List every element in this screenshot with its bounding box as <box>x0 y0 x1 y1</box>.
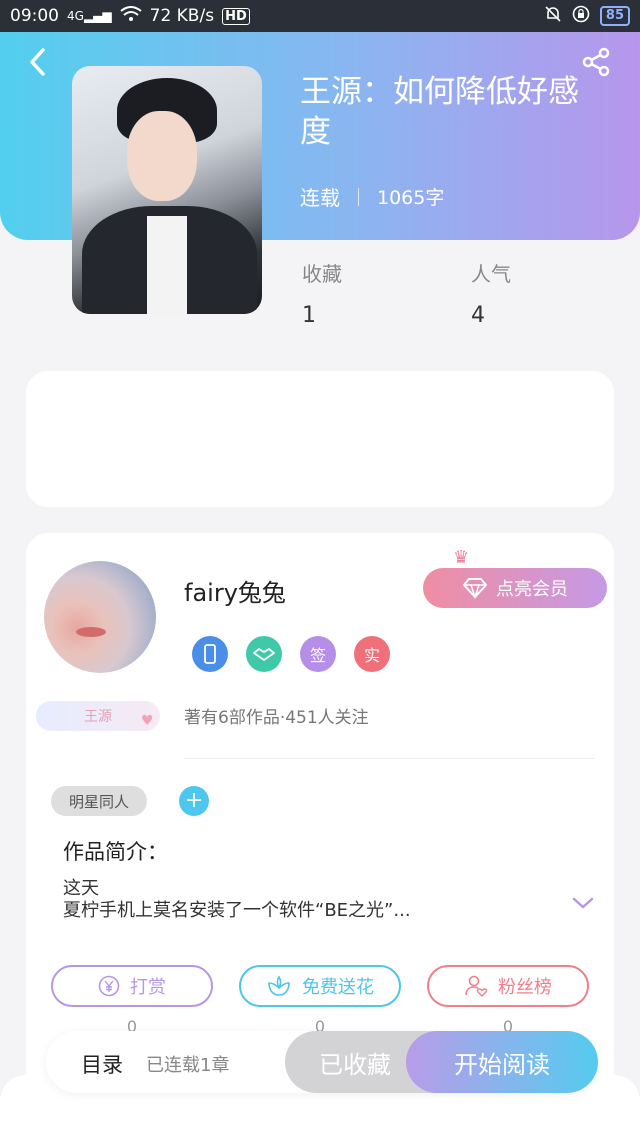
status-time: 09:00 <box>10 6 59 26</box>
favorites-value: 1 <box>302 303 316 328</box>
fan-ranking-label: 粉丝榜 <box>498 977 552 998</box>
fan-ranking-button[interactable]: 粉丝榜 <box>427 965 589 1007</box>
intro-line-2: 夏柠手机上莫名安装了一个软件“BE之光”... <box>63 900 411 921</box>
meta-divider <box>358 187 359 206</box>
fan-icon <box>465 975 488 997</box>
popularity-label: 人气 <box>471 262 511 286</box>
author-avatar[interactable] <box>44 561 156 673</box>
diamond-icon <box>463 578 487 599</box>
crown-icon: ♛ <box>453 547 470 568</box>
expand-intro-button[interactable] <box>571 895 595 913</box>
network-speed: 72 KB/s <box>149 6 215 26</box>
yen-icon <box>98 975 120 997</box>
verified-badge[interactable]: 实 <box>354 636 390 672</box>
favorites-stat: 收藏 1 <box>302 258 342 328</box>
handshake-icon[interactable] <box>246 636 282 672</box>
send-flower-button[interactable]: 免费送花 <box>239 965 401 1007</box>
plus-icon: + <box>184 788 204 813</box>
intro-line-1: 这天 <box>63 878 99 899</box>
empty-card <box>26 371 614 507</box>
intro-title: 作品简介： <box>63 840 168 864</box>
back-button[interactable] <box>22 44 52 80</box>
add-tag-button[interactable]: + <box>179 786 209 816</box>
signed-badge[interactable]: 签 <box>300 636 336 672</box>
send-flower-label: 免费送花 <box>302 977 374 998</box>
bell-off-icon <box>544 5 562 28</box>
chevron-left-icon <box>30 48 45 76</box>
author-name[interactable]: fairy兔兔 <box>184 573 286 608</box>
chevron-down-icon <box>572 897 594 909</box>
start-reading-button[interactable]: 开始阅读 <box>406 1031 598 1093</box>
book-meta: 连载 1065字 <box>300 182 444 211</box>
book-cover-image[interactable] <box>72 66 262 314</box>
lock-rotate-icon <box>572 5 590 28</box>
tip-label: 打赏 <box>130 977 166 998</box>
popularity-value: 4 <box>471 303 485 328</box>
tip-button[interactable]: 打赏 <box>51 965 213 1007</box>
favorites-label: 收藏 <box>302 262 342 286</box>
author-card: 王源 ♥ fairy兔兔 ♛ 点亮会员 签 实 著有6部作品·451人关注 明星… <box>26 533 614 1093</box>
heart-icon: ♥ <box>141 713 154 729</box>
battery-indicator: 85 <box>599 6 630 26</box>
network-type: 4G <box>67 9 84 23</box>
status-bar: 09:00 4G▂▄▆ 72 KB/s HD 85 <box>0 0 640 32</box>
vip-button-label: 点亮会员 <box>496 579 568 600</box>
book-status: 连载 <box>300 186 340 210</box>
vip-button[interactable]: 点亮会员 <box>423 568 607 608</box>
popularity-stat: 人气 4 <box>471 258 511 328</box>
word-count: 1065字 <box>377 187 445 209</box>
wifi-icon <box>120 5 142 27</box>
chapter-count: 已连载1章 <box>146 1055 230 1076</box>
flower-icon <box>268 975 290 996</box>
divider <box>184 758 594 759</box>
genre-tag[interactable]: 明星同人 <box>51 786 147 816</box>
phone-icon[interactable] <box>192 636 228 672</box>
author-summary: 著有6部作品·451人关注 <box>184 708 369 728</box>
author-badges: 签 实 <box>192 636 390 672</box>
intro-text: 这天 夏柠手机上莫名安装了一个软件“BE之光”... <box>63 878 553 922</box>
signal-icon: 4G▂▄▆ <box>67 9 112 23</box>
book-title: 王源：如何降低好感度 <box>300 74 579 150</box>
toc-button[interactable]: 目录 <box>81 1049 123 1079</box>
hd-icon: HD <box>222 7 250 25</box>
bottom-action-bar: 目录 已连载1章 已收藏 开始阅读 <box>46 1031 598 1093</box>
